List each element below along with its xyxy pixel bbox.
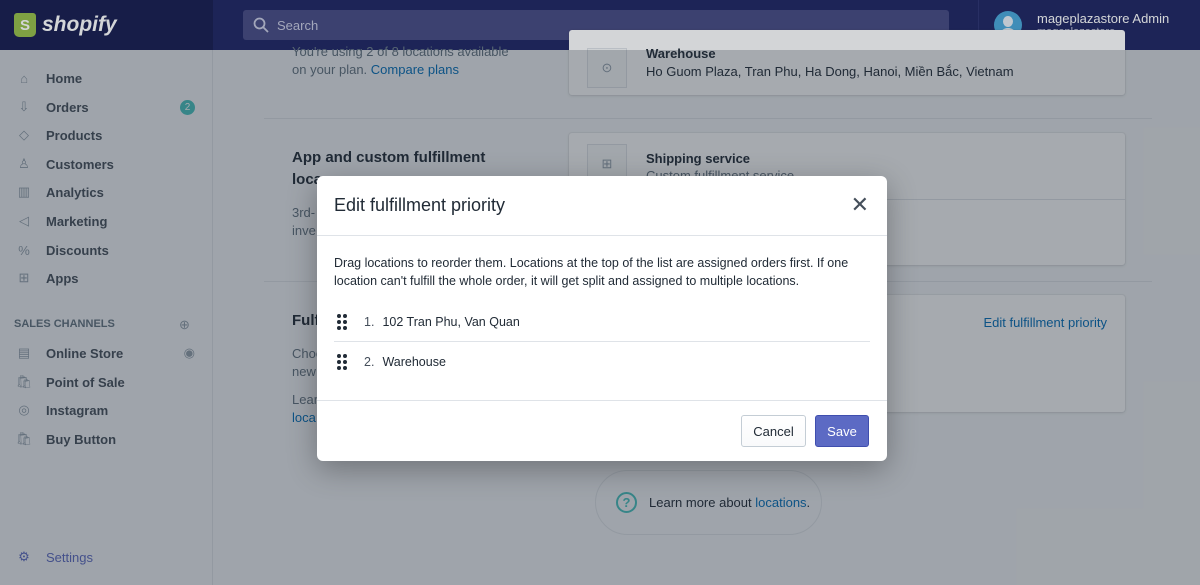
close-icon[interactable]: ✕ — [851, 194, 869, 216]
location-name: Warehouse — [382, 355, 446, 369]
drag-handle-icon[interactable] — [337, 313, 347, 330]
modal-title: Edit fulfillment priority — [317, 176, 887, 236]
location-row[interactable]: 1. 102 Tran Phu, Van Quan — [334, 302, 870, 342]
shopify-bag-icon: S — [14, 13, 36, 37]
drag-handle-icon[interactable] — [337, 354, 347, 370]
brand-name: shopify — [42, 13, 117, 36]
location-rank: 2. — [364, 355, 375, 369]
footer-divider — [317, 400, 887, 401]
shopify-logo[interactable]: Sshopify — [0, 0, 213, 50]
edit-fulfillment-priority-modal: Edit fulfillment priority ✕ Drag locatio… — [317, 176, 887, 461]
location-name: 102 Tran Phu, Van Quan — [382, 314, 520, 329]
search-icon — [253, 17, 269, 33]
user-name: mageplazastore Admin — [1037, 11, 1170, 26]
cancel-button[interactable]: Cancel — [741, 415, 806, 447]
save-button[interactable]: Save — [815, 415, 869, 447]
location-row[interactable]: 2. Warehouse — [334, 342, 870, 382]
modal-description: Drag locations to reorder them. Location… — [334, 256, 849, 288]
search-placeholder: Search — [277, 17, 319, 33]
location-rank: 1. — [364, 314, 375, 329]
